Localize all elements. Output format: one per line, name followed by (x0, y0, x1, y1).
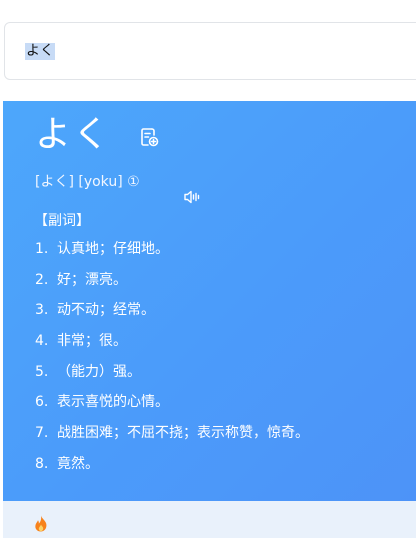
definition-number: 4. (35, 333, 49, 350)
definition-number: 2. (35, 271, 49, 288)
add-to-wordbook-icon (141, 128, 159, 147)
definition-item: 3. 动不动；经常。 (35, 301, 405, 332)
hot-words-button[interactable] (32, 514, 50, 534)
definition-number: 5. (35, 363, 49, 380)
card-footer (3, 501, 416, 538)
translation-panel: よく よく [よく] [yoku] ① 【副词】 1. 认真地；仔细地。 2. … (0, 0, 416, 538)
definition-number: 1. (35, 241, 49, 257)
definition-text: 表示喜悦的心情。 (57, 394, 169, 411)
search-query-text[interactable]: よく (25, 43, 55, 60)
definition-text: 非常；很。 (57, 333, 127, 350)
definition-text: 认真地；仔细地。 (57, 241, 169, 257)
definition-item: 7. 战胜困难；不屈不挠；表示称赞，惊奇。 (35, 424, 405, 455)
pronunciation-row: [よく] [yoku] ① (35, 171, 200, 204)
definition-item: 4. 非常；很。 (35, 332, 405, 363)
dictionary-card: よく [よく] [yoku] ① 【副词】 1. 认真地；仔细地。 2. 好；漂… (3, 101, 416, 501)
definition-text: 动不动；经常。 (57, 302, 155, 319)
play-audio-button[interactable] (148, 172, 200, 204)
definition-item: 8. 竟然。 (35, 455, 405, 486)
definition-number: 6. (35, 394, 49, 411)
part-of-speech-label: 【副词】 (34, 213, 90, 229)
pronunciation-text: [よく] [yoku] ① (35, 174, 140, 190)
headword: よく (35, 114, 112, 155)
definition-item: 2. 好；漂亮。 (35, 271, 405, 302)
definition-text: 战胜困难；不屈不挠；表示称赞，惊奇。 (57, 425, 309, 442)
definition-text: （能力）强。 (57, 363, 141, 380)
speaker-icon (184, 190, 200, 204)
definition-list: 1. 认真地；仔细地。 2. 好；漂亮。 3. 动不动；经常。 4. 非常；很。… (35, 240, 405, 486)
definition-number: 7. (35, 425, 49, 442)
definition-number: 8. (35, 455, 49, 472)
add-to-wordbook-button[interactable] (137, 125, 161, 149)
definition-number: 3. (35, 302, 49, 319)
definition-item: 1. 认真地；仔细地。 (35, 240, 405, 271)
fire-icon (35, 515, 47, 532)
definition-item: 6. 表示喜悦的心情。 (35, 393, 405, 424)
definition-text: 竟然。 (57, 455, 99, 472)
search-input[interactable]: よく (4, 22, 416, 80)
definition-text: 好；漂亮。 (57, 271, 127, 288)
definition-item: 5. （能力）强。 (35, 363, 405, 394)
